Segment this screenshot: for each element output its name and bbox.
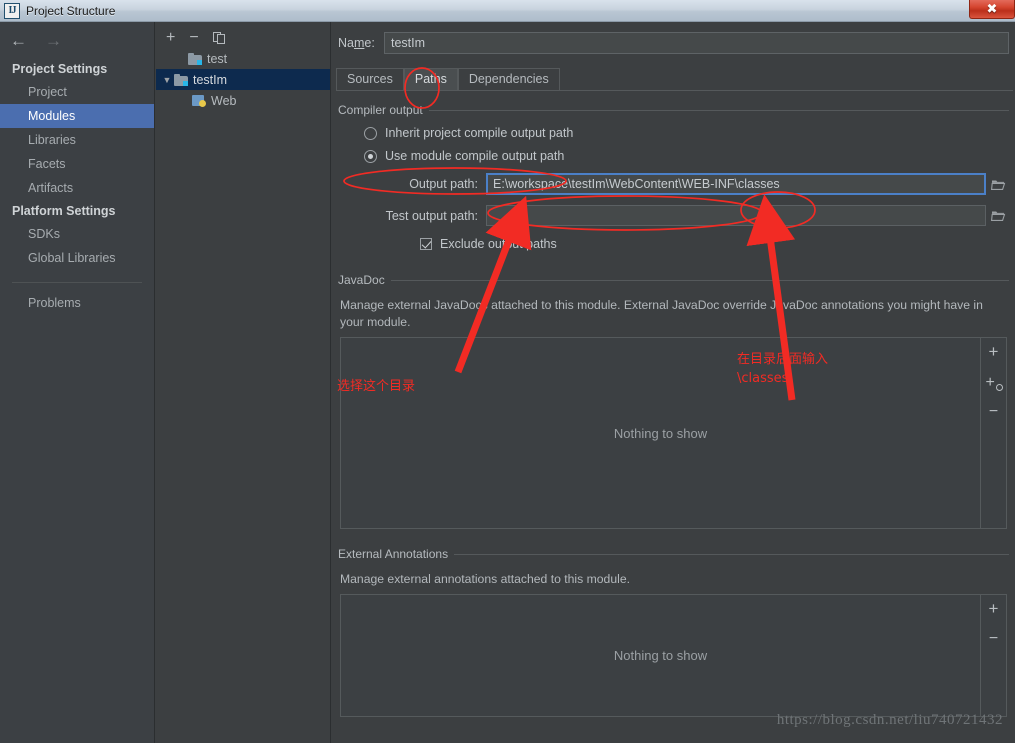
radio-button-icon (364, 126, 377, 140)
test-output-path-input[interactable] (486, 205, 986, 226)
javadoc-add-url-button[interactable]: + (986, 374, 1003, 391)
radio-module-label: Use module compile output path (385, 149, 565, 163)
sidebar-item-modules[interactable]: Modules (0, 104, 154, 128)
javadoc-group: JavaDoc Manage external JavaDocs attache… (338, 273, 1009, 529)
close-icon: ✖ (986, 1, 998, 16)
blog-watermark: https://blog.csdn.net/liu740721432 (776, 712, 1003, 728)
test-output-path-field-wrap (486, 205, 1009, 226)
tree-row-label: testIm (193, 72, 228, 87)
test-output-path-row: Test output path: (338, 205, 1009, 226)
javadoc-add-button[interactable]: + (989, 343, 999, 360)
tree-row[interactable]: Web (156, 90, 330, 111)
sidebar-item-facets[interactable]: Facets (0, 152, 154, 176)
app-icon-text: IJ (8, 4, 17, 16)
module-tree-panel: + − test ▼ testIm Web (156, 22, 331, 743)
external-annotations-list-controls: + − (980, 595, 1006, 716)
output-path-browse-button[interactable] (987, 174, 1009, 195)
external-annotations-listbox[interactable]: Nothing to show + − (340, 594, 1007, 717)
radio-use-module-output[interactable]: Use module compile output path (364, 149, 1009, 163)
javadoc-description: Manage external JavaDocs attached to thi… (340, 298, 983, 329)
javadoc-empty-text: Nothing to show (613, 425, 708, 441)
compiler-output-title: Compiler output (338, 103, 1009, 117)
close-button[interactable]: ✖ (969, 0, 1015, 19)
tab-sources[interactable]: Sources (336, 68, 404, 90)
tab-paths[interactable]: Paths (403, 68, 458, 90)
settings-sidebar: ← → Project Settings Project Modules Lib… (0, 22, 155, 743)
sidebar-item-libraries[interactable]: Libraries (0, 128, 154, 152)
tab-dependencies[interactable]: Dependencies (457, 68, 560, 90)
name-label-post: e: (364, 36, 375, 50)
external-annotations-title: External Annotations (338, 547, 1009, 561)
group-rule (390, 279, 1009, 281)
tree-row-label: Web (211, 93, 237, 108)
tree-row[interactable]: test (156, 48, 330, 69)
module-folder-icon (188, 52, 202, 65)
external-annotations-add-button[interactable]: + (989, 600, 999, 617)
checkbox-checked-icon (420, 238, 432, 250)
tree-row-label: test (207, 51, 228, 66)
radio-inherit-project-output[interactable]: Inherit project compile output path (364, 126, 1009, 140)
output-path-label: Output path: (409, 177, 478, 191)
globe-icon (995, 384, 1003, 391)
add-module-icon[interactable]: + (166, 30, 175, 46)
compiler-output-title-text: Compiler output (338, 103, 423, 117)
javadoc-listbox[interactable]: Nothing to show + + − (340, 337, 1007, 529)
window-controls: ✖ (969, 0, 1015, 22)
sidebar-section-project-settings: Project Settings (12, 62, 108, 76)
sidebar-item-sdks[interactable]: SDKs (0, 222, 154, 246)
group-rule (428, 109, 1009, 111)
sidebar-item-global-libraries[interactable]: Global Libraries (0, 246, 154, 270)
compiler-output-group: Compiler output Inherit project compile … (338, 103, 1009, 251)
back-arrow-icon[interactable]: ← (10, 32, 27, 49)
sidebar-section-platform-settings: Platform Settings (12, 204, 116, 218)
window-body: ← → Project Settings Project Modules Lib… (0, 22, 1015, 743)
tabs-underline (336, 90, 1013, 91)
tree-row[interactable]: ▼ testIm (156, 69, 330, 90)
exclude-output-paths-label: Exclude output paths (440, 237, 557, 251)
module-name-input[interactable]: testIm (384, 32, 1009, 54)
javadoc-list-controls: + + − (980, 338, 1006, 528)
exclude-output-paths-checkbox[interactable]: Exclude output paths (420, 237, 1009, 251)
radio-button-selected-icon (364, 149, 377, 163)
group-rule (454, 553, 1009, 555)
module-tabs: Sources Paths Dependencies (336, 66, 1015, 90)
intellij-idea-icon: IJ (4, 2, 20, 19)
tree-twisty[interactable]: ▼ (160, 75, 174, 85)
external-annotations-remove-button[interactable]: − (989, 631, 998, 647)
radio-inherit-label: Inherit project compile output path (385, 126, 574, 140)
name-label-pre: Na (338, 36, 354, 50)
module-settings-content: Name: testIm Sources Paths Dependencies … (332, 22, 1015, 743)
module-name-label: Name: (338, 36, 384, 50)
sidebar-nav-arrows: ← → (0, 22, 154, 58)
external-annotations-description: Manage external annotations attached to … (340, 572, 630, 586)
sidebar-item-artifacts[interactable]: Artifacts (0, 176, 154, 200)
folder-open-icon (990, 180, 1005, 190)
window-title-bar: IJ Project Structure ✖ (0, 0, 1015, 22)
javadoc-remove-button[interactable]: − (989, 404, 998, 420)
external-annotations-title-text: External Annotations (338, 547, 449, 561)
module-name-row: Name: testIm (332, 22, 1015, 54)
output-path-input[interactable]: E:\workspace\testIm\WebContent\WEB-INF\c… (486, 173, 986, 195)
folder-open-icon (990, 211, 1005, 221)
output-path-field-wrap: E:\workspace\testIm\WebContent\WEB-INF\c… (486, 173, 1009, 195)
test-output-path-label: Test output path: (385, 208, 478, 223)
external-annotations-empty-text: Nothing to show (613, 648, 708, 663)
test-output-path-browse-button[interactable] (987, 205, 1009, 226)
javadoc-title: JavaDoc (338, 273, 1009, 287)
name-label-mnemonic: m (353, 36, 365, 50)
project-structure-window: IJ Project Structure ✖ ← → Project Setti… (0, 0, 1015, 743)
web-facet-icon (192, 94, 206, 107)
window-title: Project Structure (26, 3, 116, 18)
copy-module-icon[interactable] (212, 31, 226, 45)
sidebar-item-problems[interactable]: Problems (0, 291, 154, 315)
module-folder-icon (174, 73, 188, 86)
module-tree-toolbar: + − (156, 22, 330, 48)
sidebar-divider (12, 282, 142, 283)
external-annotations-group: External Annotations Manage external ann… (338, 547, 1009, 717)
remove-module-icon[interactable]: − (189, 30, 198, 46)
javadoc-title-text: JavaDoc (338, 273, 385, 287)
sidebar-item-project[interactable]: Project (0, 80, 154, 104)
forward-arrow-icon[interactable]: → (45, 32, 62, 49)
output-path-row: Output path: E:\workspace\testIm\WebCont… (338, 173, 1009, 195)
